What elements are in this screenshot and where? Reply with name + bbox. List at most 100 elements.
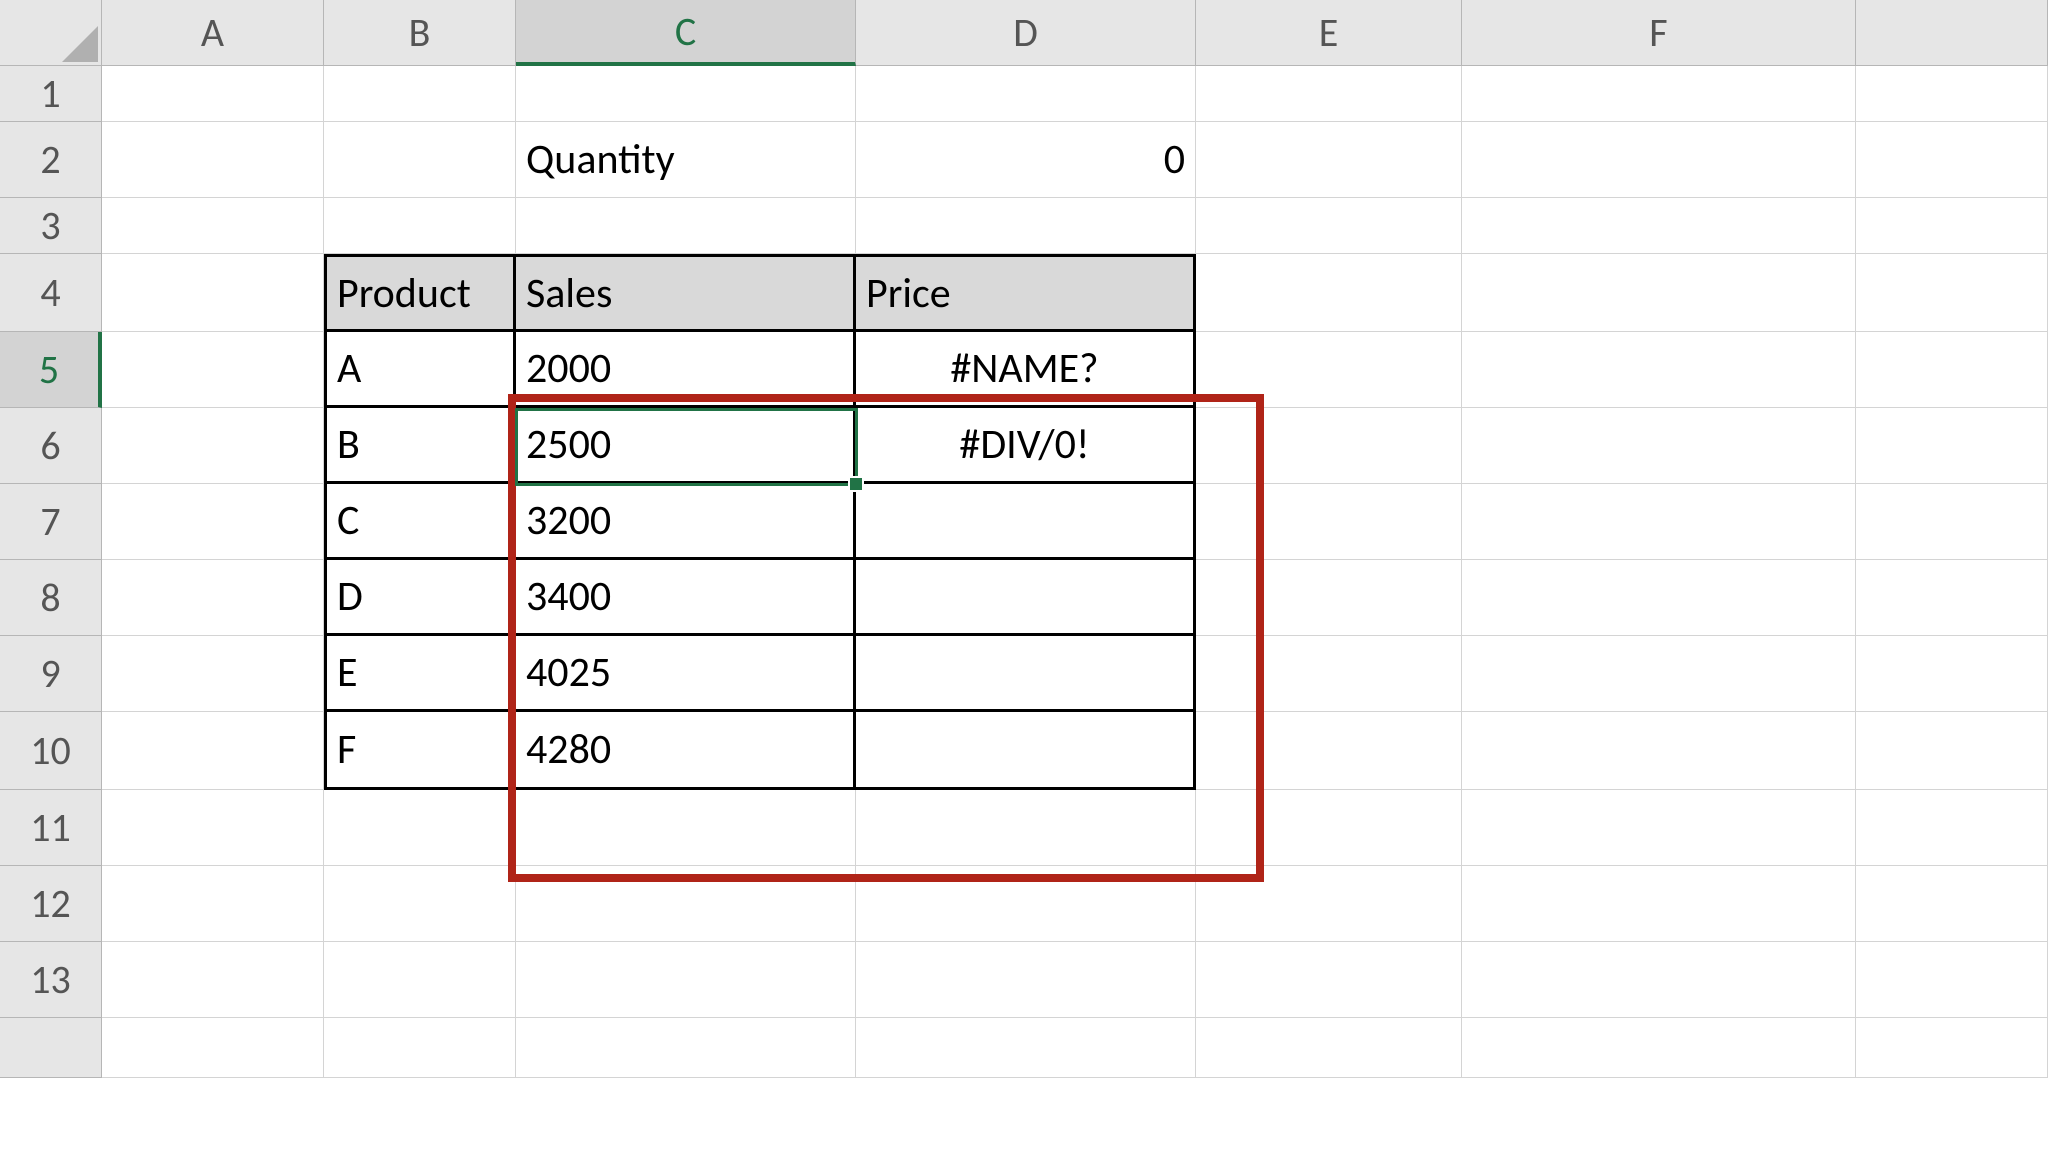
cell-F9[interactable] [1462, 636, 1856, 712]
cell-D4[interactable]: Price [856, 254, 1196, 332]
column-header-C[interactable]: C [516, 0, 856, 66]
cell-C14[interactable] [516, 1018, 856, 1078]
cell-B10[interactable]: F [324, 712, 516, 790]
cell-partial-5[interactable] [1856, 332, 2048, 408]
cell-A10[interactable] [102, 712, 324, 790]
cell-F12[interactable] [1462, 866, 1856, 942]
row-header-1[interactable]: 1 [0, 66, 102, 122]
cell-E6[interactable] [1196, 408, 1462, 484]
cell-F11[interactable] [1462, 790, 1856, 866]
cell-E1[interactable] [1196, 66, 1462, 122]
cell-partial-9[interactable] [1856, 636, 2048, 712]
cell-B11[interactable] [324, 790, 516, 866]
cell-partial-13[interactable] [1856, 942, 2048, 1018]
column-header-B[interactable]: B [324, 0, 516, 66]
cell-A9[interactable] [102, 636, 324, 712]
cell-C11[interactable] [516, 790, 856, 866]
cell-partial-12[interactable] [1856, 866, 2048, 942]
cell-D11[interactable] [856, 790, 1196, 866]
column-header-E[interactable]: E [1196, 0, 1462, 66]
cell-D14[interactable] [856, 1018, 1196, 1078]
cell-partial-11[interactable] [1856, 790, 2048, 866]
cell-B14[interactable] [324, 1018, 516, 1078]
column-header-F[interactable]: F [1462, 0, 1856, 66]
cell-C6[interactable]: 2500 [516, 408, 856, 484]
cell-E8[interactable] [1196, 560, 1462, 636]
cell-E7[interactable] [1196, 484, 1462, 560]
cell-B3[interactable] [324, 198, 516, 254]
cell-D8[interactable] [856, 560, 1196, 636]
cell-B6[interactable]: B [324, 408, 516, 484]
cell-E13[interactable] [1196, 942, 1462, 1018]
cell-F13[interactable] [1462, 942, 1856, 1018]
cell-D13[interactable] [856, 942, 1196, 1018]
cell-D1[interactable] [856, 66, 1196, 122]
cell-A8[interactable] [102, 560, 324, 636]
cell-B1[interactable] [324, 66, 516, 122]
cell-partial-3[interactable] [1856, 198, 2048, 254]
cell-C4[interactable]: Sales [516, 254, 856, 332]
cell-E12[interactable] [1196, 866, 1462, 942]
cell-C5[interactable]: 2000 [516, 332, 856, 408]
cell-E14[interactable] [1196, 1018, 1462, 1078]
row-header-9[interactable]: 9 [0, 636, 102, 712]
cell-A3[interactable] [102, 198, 324, 254]
cell-F3[interactable] [1462, 198, 1856, 254]
cell-B12[interactable] [324, 866, 516, 942]
cell-A1[interactable] [102, 66, 324, 122]
cell-A12[interactable] [102, 866, 324, 942]
cell-A2[interactable] [102, 122, 324, 198]
cell-D6[interactable]: #DIV/0! [856, 408, 1196, 484]
row-header-6[interactable]: 6 [0, 408, 102, 484]
cell-F1[interactable] [1462, 66, 1856, 122]
cell-F7[interactable] [1462, 484, 1856, 560]
cell-E3[interactable] [1196, 198, 1462, 254]
cell-partial-14[interactable] [1856, 1018, 2048, 1078]
cell-C2[interactable]: Quantity [516, 122, 856, 198]
cell-E4[interactable] [1196, 254, 1462, 332]
cell-E10[interactable] [1196, 712, 1462, 790]
cell-E9[interactable] [1196, 636, 1462, 712]
row-header-7[interactable]: 7 [0, 484, 102, 560]
cell-partial-8[interactable] [1856, 560, 2048, 636]
cell-E11[interactable] [1196, 790, 1462, 866]
cell-B9[interactable]: E [324, 636, 516, 712]
cell-F4[interactable] [1462, 254, 1856, 332]
cell-C9[interactable]: 4025 [516, 636, 856, 712]
column-header-partial[interactable] [1856, 0, 2048, 66]
cell-A5[interactable] [102, 332, 324, 408]
cell-B13[interactable] [324, 942, 516, 1018]
cell-E2[interactable] [1196, 122, 1462, 198]
cell-D10[interactable] [856, 712, 1196, 790]
row-header-12[interactable]: 12 [0, 866, 102, 942]
cell-C8[interactable]: 3400 [516, 560, 856, 636]
row-header-3[interactable]: 3 [0, 198, 102, 254]
cell-D5[interactable]: #NAME? [856, 332, 1196, 408]
column-header-D[interactable]: D [856, 0, 1196, 66]
cell-D12[interactable] [856, 866, 1196, 942]
cell-C12[interactable] [516, 866, 856, 942]
cell-F10[interactable] [1462, 712, 1856, 790]
cell-C1[interactable] [516, 66, 856, 122]
cell-E5[interactable] [1196, 332, 1462, 408]
cell-F6[interactable] [1462, 408, 1856, 484]
cell-B5[interactable]: A [324, 332, 516, 408]
cell-C13[interactable] [516, 942, 856, 1018]
cell-A6[interactable] [102, 408, 324, 484]
cell-B7[interactable]: C [324, 484, 516, 560]
row-header-5[interactable]: 5 [0, 332, 102, 408]
cell-A7[interactable] [102, 484, 324, 560]
cell-C10[interactable]: 4280 [516, 712, 856, 790]
row-header-10[interactable]: 10 [0, 712, 102, 790]
cell-B4[interactable]: Product [324, 254, 516, 332]
cell-F14[interactable] [1462, 1018, 1856, 1078]
cell-partial-6[interactable] [1856, 408, 2048, 484]
row-header-8[interactable]: 8 [0, 560, 102, 636]
cell-F8[interactable] [1462, 560, 1856, 636]
cell-F5[interactable] [1462, 332, 1856, 408]
cell-A11[interactable] [102, 790, 324, 866]
cell-C3[interactable] [516, 198, 856, 254]
cell-A4[interactable] [102, 254, 324, 332]
row-header-14[interactable] [0, 1018, 102, 1078]
column-header-A[interactable]: A [102, 0, 324, 66]
